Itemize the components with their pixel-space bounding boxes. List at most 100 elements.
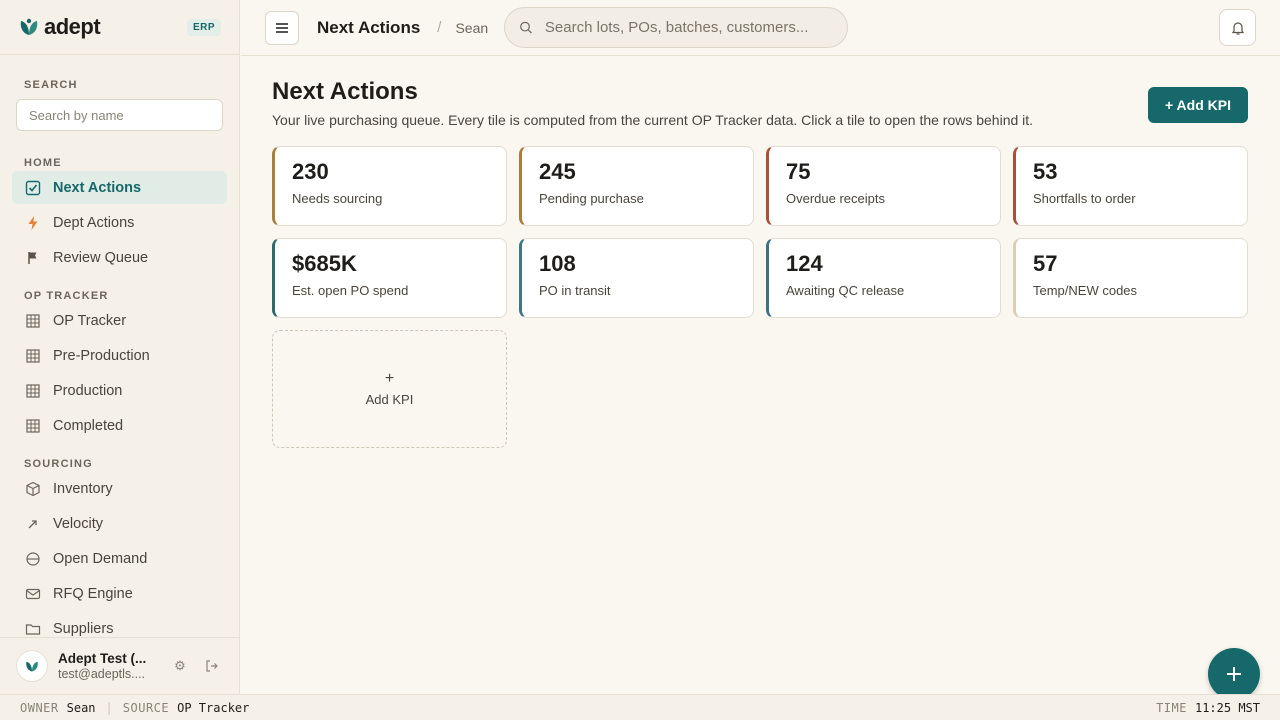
brand-logo[interactable]: adept xyxy=(18,14,101,40)
nav-item-label: Pre-Production xyxy=(53,347,150,364)
user-info: Adept Test (... test@adeptls.... xyxy=(58,651,159,681)
folder-icon xyxy=(25,621,41,637)
add-kpi-tile[interactable]: + Add KPI xyxy=(272,330,507,448)
breadcrumb-user[interactable]: Sean xyxy=(455,20,488,36)
kpi-label: Needs sourcing xyxy=(292,191,383,206)
brand-header: adept ERP xyxy=(0,0,239,55)
sidebar-search-input[interactable] xyxy=(16,99,223,131)
add-kpi-button[interactable]: + Add KPI xyxy=(1148,87,1248,123)
grid-icon xyxy=(25,418,41,434)
kpi-tile-overdue-receipts[interactable]: 75 Overdue receipts xyxy=(766,146,1001,226)
search-icon xyxy=(520,21,533,34)
status-bar: OWNER Sean | SOURCE OP Tracker TIME 11:2… xyxy=(0,694,1280,720)
kpi-value: $685K xyxy=(292,251,357,276)
circle-minus-icon xyxy=(25,551,41,567)
logout-icon[interactable] xyxy=(201,655,223,677)
sidebar: adept ERP SEARCH HOME Next Actions Dept … xyxy=(0,0,240,694)
global-search[interactable] xyxy=(504,7,849,48)
kpi-value: 245 xyxy=(539,159,576,184)
kpi-label: PO in transit xyxy=(539,283,611,298)
nav-item-dept-actions[interactable]: Dept Actions xyxy=(12,206,227,239)
grid-icon xyxy=(25,313,41,329)
kpi-value: 57 xyxy=(1033,251,1058,276)
kpi-tile-awaiting-qc[interactable]: 124 Awaiting QC release xyxy=(766,238,1001,318)
kpi-tile-needs-sourcing[interactable]: 230 Needs sourcing xyxy=(272,146,507,226)
grid-icon xyxy=(25,383,41,399)
menu-toggle-button[interactable] xyxy=(265,10,299,45)
fab-add-button[interactable] xyxy=(1208,648,1260,700)
user-name: Adept Test (... xyxy=(58,651,147,666)
breadcrumb-title: Next Actions xyxy=(317,17,421,37)
nav-item-next-actions[interactable]: Next Actions xyxy=(12,171,227,204)
kpi-label: Awaiting QC release xyxy=(786,283,905,298)
nav-item-suppliers[interactable]: Suppliers xyxy=(12,612,227,637)
kpi-value: 75 xyxy=(786,159,811,184)
nav-item-open-demand[interactable]: Open Demand xyxy=(12,542,227,575)
page-title: Next Actions xyxy=(272,78,418,105)
kpi-value: 108 xyxy=(539,251,576,276)
kpi-tile-pending-purchase[interactable]: 245 Pending purchase xyxy=(519,146,754,226)
nav-item-pre-production[interactable]: Pre-Production xyxy=(12,339,227,372)
kpi-value: 124 xyxy=(786,251,823,276)
add-kpi-tile-label: Add KPI xyxy=(365,392,414,407)
nav-item-label: Completed xyxy=(53,417,124,434)
settings-icon[interactable]: ⚙ xyxy=(169,655,191,677)
nav-item-label: Dept Actions xyxy=(53,214,135,231)
kpi-label: Overdue receipts xyxy=(786,191,885,206)
nav-item-label: Open Demand xyxy=(53,550,148,567)
check-square-icon xyxy=(25,180,41,196)
nav-item-inventory[interactable]: Inventory xyxy=(12,472,227,505)
kpi-value: 53 xyxy=(1033,159,1058,184)
kpi-label: Shortfalls to order xyxy=(1033,191,1136,206)
mail-icon xyxy=(25,586,41,602)
nav-item-label: Production xyxy=(53,382,123,399)
flag-icon xyxy=(25,250,41,266)
kpi-value: 230 xyxy=(292,159,329,184)
kpi-tile-open-po-spend[interactable]: $685K Est. open PO spend xyxy=(272,238,507,318)
user-email: test@adeptls.... xyxy=(58,667,146,681)
avatar[interactable] xyxy=(16,650,48,682)
brand-name: adept xyxy=(44,14,101,39)
global-search-input[interactable] xyxy=(544,19,834,36)
nav-item-completed[interactable]: Completed xyxy=(12,409,227,442)
breadcrumb-separator: / xyxy=(437,19,442,36)
kpi-label: Temp/NEW codes xyxy=(1033,283,1138,298)
nav-item-review-queue[interactable]: Review Queue xyxy=(12,241,227,274)
owner-value: Sean xyxy=(66,700,96,715)
box-icon xyxy=(25,481,41,497)
kpi-tile-temp-new-codes[interactable]: 57 Temp/NEW codes xyxy=(1013,238,1248,318)
nav-item-op-tracker[interactable]: OP Tracker xyxy=(12,304,227,337)
main-content: Next Actions Your live purchasing queue.… xyxy=(272,78,1248,448)
kpi-label: Est. open PO spend xyxy=(292,283,409,298)
lightning-icon xyxy=(25,215,41,231)
trend-icon xyxy=(25,516,41,532)
grid-icon xyxy=(25,348,41,364)
section-label-op-tracker: OP TRACKER xyxy=(24,290,109,302)
source-key: SOURCE xyxy=(122,700,170,715)
nav-item-label: Next Actions xyxy=(53,179,142,196)
nav-item-rfq-engine[interactable]: RFQ Engine xyxy=(12,577,227,610)
erp-badge: ERP xyxy=(186,18,221,36)
plus-icon: + xyxy=(384,370,395,387)
time-key: TIME xyxy=(1156,700,1187,715)
nav-item-label: Velocity xyxy=(53,515,103,532)
leaf-logo-icon xyxy=(26,661,38,672)
nav-item-label: Inventory xyxy=(53,480,113,497)
owner-key: OWNER xyxy=(20,700,59,715)
kpi-grid: 230 Needs sourcing 245 Pending purchase … xyxy=(272,146,1248,448)
bell-icon xyxy=(1231,21,1244,35)
nav-item-velocity[interactable]: Velocity xyxy=(12,507,227,540)
nav-item-production[interactable]: Production xyxy=(12,374,227,407)
section-label-sourcing: SOURCING xyxy=(24,458,93,470)
kpi-tile-shortfalls[interactable]: 53 Shortfalls to order xyxy=(1013,146,1248,226)
kpi-tile-po-in-transit[interactable]: 108 PO in transit xyxy=(519,238,754,318)
plus-icon xyxy=(1227,667,1241,681)
top-bar: Next Actions / Sean xyxy=(241,0,1280,56)
nav-item-label: Suppliers xyxy=(53,620,114,637)
kpi-label: Pending purchase xyxy=(539,191,644,206)
page-subtitle: Your live purchasing queue. Every tile i… xyxy=(272,112,1034,128)
notifications-button[interactable] xyxy=(1219,9,1256,46)
nav-item-label: Review Queue xyxy=(53,249,149,266)
nav-item-label: OP Tracker xyxy=(53,312,127,329)
sidebar-nav: SEARCH HOME Next Actions Dept Actions Re… xyxy=(0,56,239,637)
